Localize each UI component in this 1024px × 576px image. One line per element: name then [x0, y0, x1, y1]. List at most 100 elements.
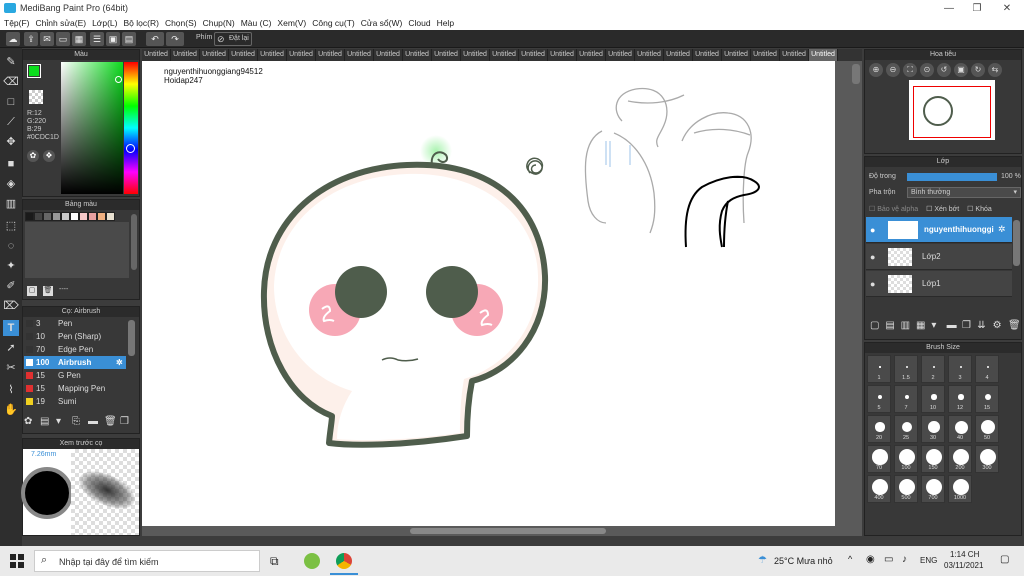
layer-row-selected[interactable]: ● nguyenthihuonggi ✲ [866, 217, 1012, 243]
zoom-in-icon[interactable]: ⊕ [869, 63, 883, 77]
transparent-swatch[interactable] [29, 90, 43, 104]
line-tool-icon[interactable]: ⟋ [3, 114, 19, 130]
rotate-right-icon[interactable]: ↻ [971, 63, 985, 77]
add-brush-icon[interactable]: ✿ [24, 416, 36, 428]
tab-untitled[interactable]: Untitled [693, 49, 722, 61]
palette-swatch[interactable] [43, 212, 52, 221]
delete-brush-icon[interactable]: 🗑 [104, 416, 117, 428]
eraser-tool-icon[interactable]: ⌫ [3, 74, 19, 90]
minimize-icon[interactable]: — [934, 0, 964, 16]
menu-edit[interactable]: Chỉnh sửa(E) [36, 18, 87, 28]
palette-swatch[interactable] [79, 212, 88, 221]
select-pen-tool-icon[interactable]: ✐ [3, 278, 19, 294]
menu-view[interactable]: Xem(V) [277, 18, 306, 28]
text-tool-icon[interactable]: T [3, 320, 19, 336]
undo-icon[interactable]: ↶ [146, 32, 164, 46]
chevron-up-icon[interactable]: ^ [848, 554, 852, 564]
brush-size-cell[interactable]: 100 [894, 445, 918, 473]
layers-scrollbar[interactable] [1013, 220, 1020, 266]
foreground-swatch[interactable] [27, 64, 41, 78]
tab-untitled[interactable]: Untitled [664, 49, 693, 61]
tab-untitled[interactable]: Untitled [780, 49, 809, 61]
maximize-icon[interactable]: ❐ [962, 0, 992, 16]
tab-untitled[interactable]: Untitled [519, 49, 548, 61]
brush-size-cell[interactable]: 70 [867, 445, 891, 473]
halftone-layer-icon[interactable]: ▦ [916, 320, 927, 336]
palette-swatch[interactable] [25, 212, 34, 221]
menu-filter[interactable]: Bộ lọc(R) [124, 18, 159, 28]
palette-scrollbar[interactable] [131, 214, 137, 270]
tab-untitled[interactable]: Untitled [316, 49, 345, 61]
palette-swatch[interactable] [70, 212, 79, 221]
comment-icon[interactable]: ✉ [40, 32, 54, 46]
clock-time[interactable]: 1:14 CH [950, 550, 979, 559]
eye-icon[interactable]: ● [870, 252, 875, 262]
new-layer-1bit-icon[interactable]: ▥ [901, 320, 912, 336]
canvas-vertical-scrollbar[interactable] [852, 64, 860, 84]
palette-icon[interactable]: ✿ [27, 150, 39, 162]
menu-select[interactable]: Chọn(S) [165, 18, 197, 28]
network-icon[interactable]: ▭ [884, 554, 893, 565]
palette-swatch[interactable] [88, 212, 97, 221]
actual-size-icon[interactable]: ⊙ [920, 63, 934, 77]
brush-size-cell[interactable]: 50 [975, 415, 999, 443]
duplicate-layer-icon[interactable]: ❐ [962, 320, 973, 336]
tab-untitled[interactable]: Untitled [229, 49, 258, 61]
add-layer-menu-icon[interactable]: ▾ [931, 320, 942, 336]
reset-button[interactable]: ⊘ Đặt lại [214, 32, 252, 46]
tab-untitled[interactable]: Untitled [548, 49, 577, 61]
task-view-icon[interactable]: ⧉ [270, 554, 279, 569]
eyedropper-tool-icon[interactable]: ⌇ [3, 382, 19, 398]
settings-gear-icon[interactable]: ✲ [116, 356, 123, 369]
menu-cloud[interactable]: Cloud [408, 18, 430, 28]
operation-tool-icon[interactable]: ➚ [3, 340, 19, 356]
brush-row[interactable]: 10 Pen (Sharp) [24, 330, 126, 343]
brush-size-cell[interactable]: 10 [921, 385, 945, 413]
brush-size-cell[interactable]: 200 [948, 445, 972, 473]
menu-snap[interactable]: Chụp(N) [203, 18, 235, 28]
grid-icon[interactable]: ▦ [72, 32, 86, 46]
gear-icon[interactable]: ✲ [998, 224, 1006, 235]
copy-brush-icon[interactable]: ⎘ [72, 416, 84, 428]
brush-row-selected[interactable]: 100 Airbrush ✲ [24, 356, 126, 369]
tab-untitled[interactable]: Untitled [403, 49, 432, 61]
redo-icon[interactable]: ↷ [166, 32, 184, 46]
palette-swatch[interactable] [97, 212, 106, 221]
menu-help[interactable]: Help [437, 18, 454, 28]
layout-icon[interactable]: ▤ [122, 32, 136, 46]
new-layer-icon[interactable]: ▢ [870, 320, 881, 336]
merge-layer-icon[interactable]: ⇊ [977, 320, 988, 336]
tab-untitled[interactable]: Untitled [345, 49, 374, 61]
windows-start-icon[interactable] [10, 554, 24, 568]
eye-icon[interactable]: ● [870, 279, 875, 289]
palette-swatch[interactable] [106, 212, 115, 221]
tab-untitled[interactable]: Untitled [490, 49, 519, 61]
protect-alpha-checkbox[interactable]: ☐ Bảo vệ alpha [869, 205, 918, 213]
drawing-canvas[interactable]: nguyenthihuonggiang94512 Hoidap247 [142, 61, 835, 526]
brush-size-cell[interactable]: 12 [948, 385, 972, 413]
brush-size-cell[interactable]: 300 [975, 445, 999, 473]
magic-wand-tool-icon[interactable]: ✦ [3, 258, 19, 274]
layer-row[interactable]: ● Lớp2 [866, 244, 1012, 270]
cloud-icon[interactable]: ☁ [6, 32, 20, 46]
brush-row[interactable]: 70 Edge Pen [24, 343, 126, 356]
app-taskbar-icon[interactable] [304, 553, 320, 569]
brush-size-cell[interactable]: 1000 [948, 475, 972, 503]
new-layer-8bit-icon[interactable]: ▤ [885, 320, 896, 336]
brush-row[interactable]: 15 Mapping Pen [24, 382, 126, 395]
zoom-out-icon[interactable]: ⊖ [886, 63, 900, 77]
gradient-tool-icon[interactable]: ▥ [3, 196, 19, 212]
palette-swatch[interactable] [34, 212, 43, 221]
fit-screen-icon[interactable]: ⛶ [903, 63, 917, 77]
brush-size-cell[interactable]: 500 [894, 475, 918, 503]
menu-color[interactable]: Màu (C) [241, 18, 272, 28]
select-eraser-tool-icon[interactable]: ⌦ [3, 298, 19, 314]
saturation-value-picker[interactable] [61, 62, 123, 194]
brush-size-cell[interactable]: 25 [894, 415, 918, 443]
tab-untitled[interactable]: Untitled [432, 49, 461, 61]
clock-date[interactable]: 03/11/2021 [944, 561, 983, 570]
brush-size-cell[interactable]: 30 [921, 415, 945, 443]
palette-swatch[interactable] [61, 212, 70, 221]
tab-untitled[interactable]: Untitled [722, 49, 751, 61]
volume-icon[interactable]: ♪ [902, 554, 907, 565]
